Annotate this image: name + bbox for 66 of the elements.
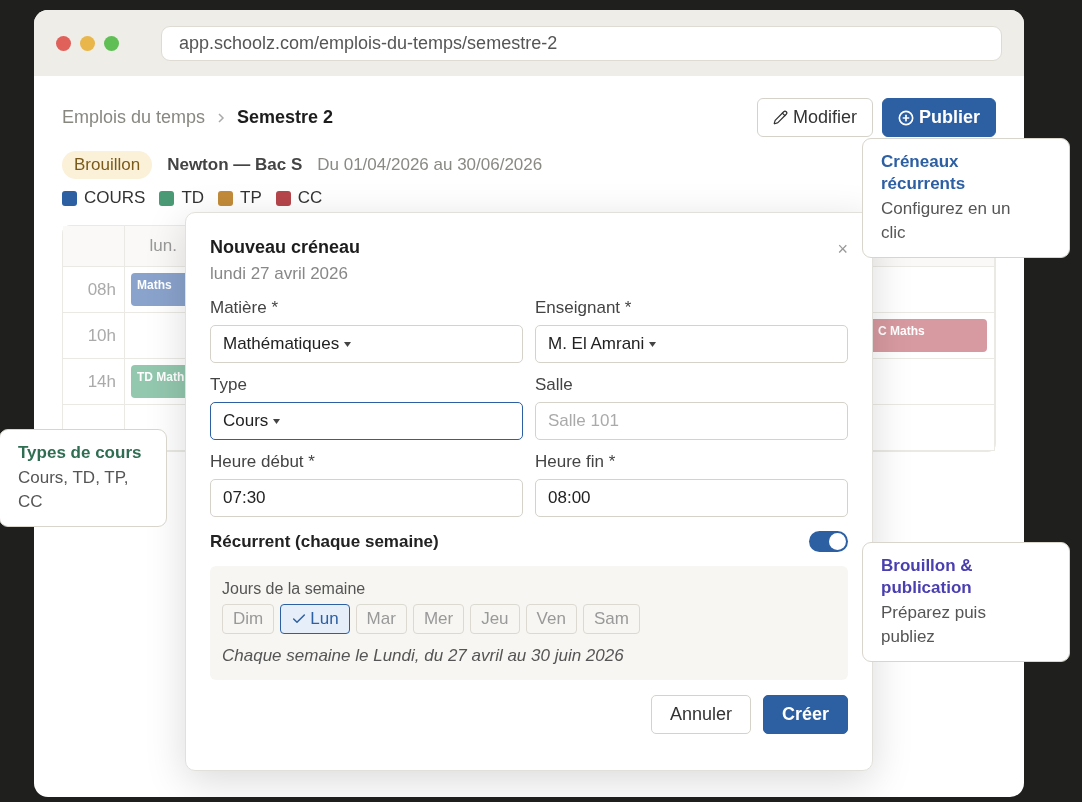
- select-field[interactable]: Cours: [210, 402, 523, 440]
- day-toggle[interactable]: Sam: [582, 604, 640, 634]
- class-title: Newton — Bac S: [167, 155, 303, 175]
- callout-text: Cours, TD, TP, CC: [18, 467, 130, 513]
- field-label: Heure fin *: [535, 452, 617, 472]
- day-toggle[interactable]: Mar: [355, 604, 407, 634]
- day-toggle[interactable]: Lun: [280, 604, 350, 634]
- maximize-window-icon[interactable]: [104, 35, 119, 51]
- callout-title: Brouillon & publication: [881, 555, 974, 599]
- time-label: 08h: [87, 279, 116, 300]
- field-label: Heure début *: [210, 452, 316, 472]
- day-toggle[interactable]: Ven: [525, 604, 577, 634]
- breadcrumb-item[interactable]: Emplois du temps: [62, 107, 206, 128]
- edit-button[interactable]: Modifier: [756, 98, 873, 137]
- callout-text: Configurez en un clic: [881, 198, 1012, 244]
- callout-title: Créneaux récurrents: [881, 151, 967, 195]
- days-label: Jours de la semaine: [222, 580, 367, 598]
- recurrent-label: Récurrent (chaque semaine): [210, 531, 439, 552]
- select-field[interactable]: Mathématiques: [210, 325, 523, 363]
- breadcrumb-item: Semestre 2: [237, 107, 334, 128]
- calendar-event[interactable]: TD Math: [131, 365, 185, 398]
- legend-label: TD: [181, 188, 205, 208]
- calendar-cell[interactable]: C Maths: [872, 313, 995, 359]
- field-label: Type: [210, 375, 248, 395]
- calendar-cell[interactable]: [872, 267, 995, 313]
- field-label: Matière *: [210, 298, 280, 318]
- caret-icon: [344, 341, 352, 347]
- day-toggle[interactable]: Mer: [412, 604, 465, 634]
- dialog-title: Nouveau créneau: [210, 237, 361, 258]
- input-field[interactable]: 07:30: [210, 479, 523, 517]
- field-label: Salle: [535, 375, 574, 395]
- caret-icon: [649, 341, 657, 347]
- callout-text: Préparez puis publiez: [881, 602, 987, 648]
- minimize-window-icon[interactable]: [80, 35, 95, 51]
- chevron-right-icon: [217, 112, 226, 123]
- input-field[interactable]: 08:00: [535, 479, 848, 517]
- publish-button[interactable]: Publier: [882, 98, 996, 137]
- legend-label: TP: [240, 188, 262, 208]
- close-button[interactable]: ×: [837, 239, 848, 260]
- date-range: Du 01/04/2026 au 30/06/2026: [317, 155, 543, 175]
- calendar-event[interactable]: C Maths: [872, 319, 987, 352]
- calendar-cell[interactable]: [872, 405, 995, 451]
- calendar-event[interactable]: Maths: [131, 273, 185, 306]
- recurrence-summary: Chaque semaine le Lundi, du 27 avril au 30 juin 2026: [222, 646, 625, 666]
- status-badge: Brouillon: [62, 151, 153, 179]
- day-header: lun.: [149, 236, 177, 256]
- calendar-cell[interactable]: [872, 359, 995, 405]
- caret-icon: [273, 418, 281, 424]
- time-label: 14h: [87, 371, 116, 392]
- day-toggle[interactable]: Dim: [222, 604, 275, 634]
- address-bar[interactable]: app.schoolz.com/emplois-du-temps/semestre-2: [161, 25, 1002, 61]
- callout-title: Types de cours: [18, 442, 143, 464]
- plus-circle-icon: [898, 109, 914, 126]
- pencil-icon: [772, 110, 788, 125]
- input-field[interactable]: Salle 101: [535, 402, 848, 440]
- legend-label: CC: [297, 188, 323, 208]
- field-label: Enseignant *: [535, 298, 633, 318]
- toggle-switch[interactable]: [809, 531, 848, 552]
- cancel-button[interactable]: Annuler: [650, 695, 751, 734]
- legend-label: COURS: [84, 188, 146, 208]
- dialog-date: lundi 27 avril 2026: [210, 264, 349, 284]
- create-button[interactable]: Créer: [762, 695, 848, 734]
- select-field[interactable]: M. El Amrani: [535, 325, 848, 363]
- day-toggle[interactable]: Jeu: [470, 604, 520, 634]
- time-label: 10h: [87, 325, 116, 346]
- close-window-icon[interactable]: [56, 35, 71, 51]
